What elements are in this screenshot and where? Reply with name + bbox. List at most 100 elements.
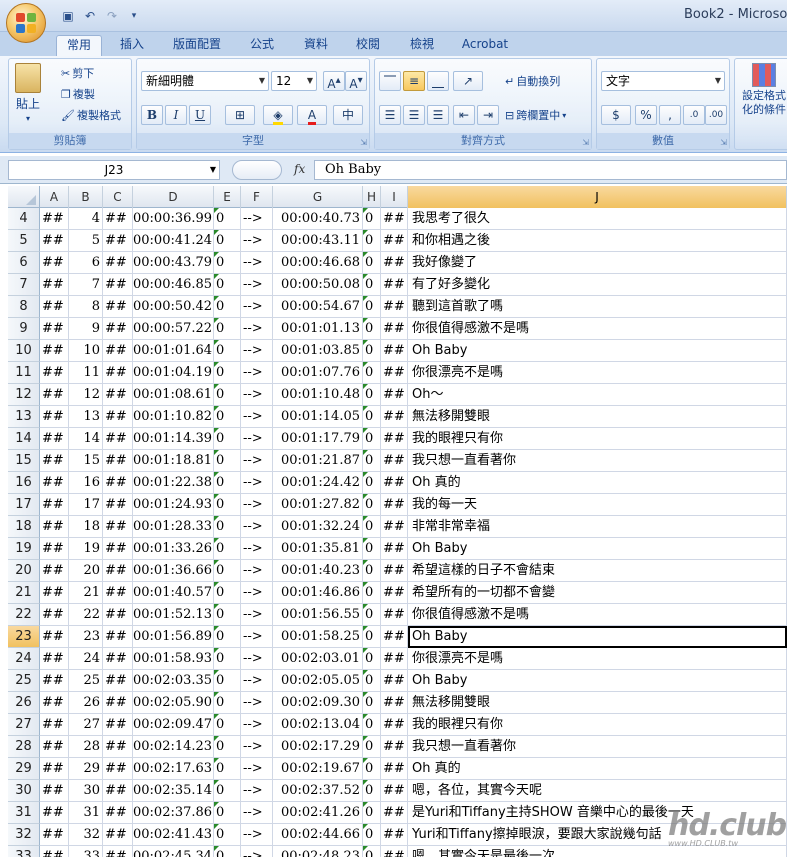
cell-d[interactable]: 00:01:56.89 xyxy=(133,626,214,648)
cell-j[interactable]: 希望這樣的日子不會結束 xyxy=(408,560,787,582)
cell-a[interactable]: ## xyxy=(40,582,69,604)
cell-e[interactable]: 0 xyxy=(214,604,241,626)
format-painter-button[interactable]: 🖌 複製格式 xyxy=(61,107,121,123)
cell-i[interactable]: ## xyxy=(381,296,408,318)
cell-e[interactable]: 0 xyxy=(214,758,241,780)
cell-f[interactable]: --> xyxy=(241,802,273,824)
cell-c[interactable]: ## xyxy=(103,384,133,406)
column-header-j[interactable]: J xyxy=(408,186,787,208)
cell-f[interactable]: --> xyxy=(241,362,273,384)
tab-page-layout[interactable]: 版面配置 xyxy=(166,35,228,56)
cell-c[interactable]: ## xyxy=(103,780,133,802)
cell-f[interactable]: --> xyxy=(241,208,273,230)
cell-h[interactable]: 0 xyxy=(363,582,381,604)
cell-c[interactable]: ## xyxy=(103,450,133,472)
row-header[interactable]: 25 xyxy=(8,670,40,692)
row-header[interactable]: 4 xyxy=(8,208,40,230)
cell-i[interactable]: ## xyxy=(381,494,408,516)
cell-a[interactable]: ## xyxy=(40,714,69,736)
row-header[interactable]: 13 xyxy=(8,406,40,428)
cell-g[interactable]: 00:01:27.82 xyxy=(273,494,363,516)
cell-f[interactable]: --> xyxy=(241,736,273,758)
cell-h[interactable]: 0 xyxy=(363,780,381,802)
cell-b[interactable]: 27 xyxy=(69,714,103,736)
tab-review[interactable]: 校閱 xyxy=(348,35,388,56)
dialog-launcher-icon[interactable]: ⇲ xyxy=(360,138,367,147)
underline-button[interactable]: U xyxy=(189,105,211,125)
cell-d[interactable]: 00:01:58.93 xyxy=(133,648,214,670)
row-header[interactable]: 9 xyxy=(8,318,40,340)
cell-h[interactable]: 0 xyxy=(363,318,381,340)
cell-e[interactable]: 0 xyxy=(214,274,241,296)
cell-g[interactable]: 00:01:03.85 xyxy=(273,340,363,362)
cell-i[interactable]: ## xyxy=(381,274,408,296)
row-header[interactable]: 20 xyxy=(8,560,40,582)
cell-c[interactable]: ## xyxy=(103,406,133,428)
cell-e[interactable]: 0 xyxy=(214,802,241,824)
cell-g[interactable]: 00:02:13.04 xyxy=(273,714,363,736)
row-header[interactable]: 33 xyxy=(8,846,40,857)
row-header[interactable]: 21 xyxy=(8,582,40,604)
tab-view[interactable]: 檢視 xyxy=(402,35,442,56)
wrap-text-button[interactable]: ↵ 自動換列 xyxy=(505,73,560,89)
row-header[interactable]: 15 xyxy=(8,450,40,472)
cell-j[interactable]: 嗯，各位，其實今天呢 xyxy=(408,780,787,802)
align-right-button[interactable]: ☰ xyxy=(427,105,449,125)
cell-e[interactable]: 0 xyxy=(214,208,241,230)
cell-i[interactable]: ## xyxy=(381,846,408,857)
cell-c[interactable]: ## xyxy=(103,274,133,296)
cell-a[interactable]: ## xyxy=(40,648,69,670)
cell-b[interactable]: 16 xyxy=(69,472,103,494)
cell-b[interactable]: 13 xyxy=(69,406,103,428)
formula-expand-button[interactable] xyxy=(232,160,282,180)
cell-c[interactable]: ## xyxy=(103,714,133,736)
cell-j[interactable]: 我只想一直看著你 xyxy=(408,736,787,758)
cell-h[interactable]: 0 xyxy=(363,560,381,582)
cell-h[interactable]: 0 xyxy=(363,274,381,296)
cell-f[interactable]: --> xyxy=(241,582,273,604)
italic-button[interactable]: I xyxy=(165,105,187,125)
cell-d[interactable]: 00:00:43.79 xyxy=(133,252,214,274)
increase-decimal-button[interactable]: .0 xyxy=(683,105,705,125)
cell-e[interactable]: 0 xyxy=(214,428,241,450)
cell-d[interactable]: 00:02:03.35 xyxy=(133,670,214,692)
cell-j[interactable]: 和你相遇之後 xyxy=(408,230,787,252)
cell-f[interactable]: --> xyxy=(241,780,273,802)
cell-a[interactable]: ## xyxy=(40,560,69,582)
cell-g[interactable]: 00:02:03.01 xyxy=(273,648,363,670)
column-header-c[interactable]: C xyxy=(103,186,133,208)
cell-c[interactable]: ## xyxy=(103,538,133,560)
cell-d[interactable]: 00:02:05.90 xyxy=(133,692,214,714)
cell-g[interactable]: 00:00:46.68 xyxy=(273,252,363,274)
cell-b[interactable]: 19 xyxy=(69,538,103,560)
cell-f[interactable]: --> xyxy=(241,604,273,626)
cell-i[interactable]: ## xyxy=(381,714,408,736)
cell-i[interactable]: ## xyxy=(381,604,408,626)
font-size-select[interactable]: 12 ▼ xyxy=(271,71,317,91)
cell-g[interactable]: 00:02:48.23 xyxy=(273,846,363,857)
cell-g[interactable]: 00:02:09.30 xyxy=(273,692,363,714)
cell-a[interactable]: ## xyxy=(40,780,69,802)
cell-d[interactable]: 00:01:14.39 xyxy=(133,428,214,450)
font-color-button[interactable]: A xyxy=(297,105,327,125)
cell-j[interactable]: 你很值得感激不是嗎 xyxy=(408,604,787,626)
name-box[interactable]: J23 ▼ xyxy=(8,160,220,180)
cell-f[interactable]: --> xyxy=(241,274,273,296)
cell-f[interactable]: --> xyxy=(241,450,273,472)
cell-i[interactable]: ## xyxy=(381,802,408,824)
cell-e[interactable]: 0 xyxy=(214,494,241,516)
cell-h[interactable]: 0 xyxy=(363,692,381,714)
cell-i[interactable]: ## xyxy=(381,384,408,406)
cell-h[interactable]: 0 xyxy=(363,824,381,846)
cell-c[interactable]: ## xyxy=(103,582,133,604)
cell-b[interactable]: 22 xyxy=(69,604,103,626)
cell-j[interactable]: 我的每一天 xyxy=(408,494,787,516)
formula-input[interactable]: Oh Baby xyxy=(314,160,787,180)
row-header[interactable]: 31 xyxy=(8,802,40,824)
cell-h[interactable]: 0 xyxy=(363,362,381,384)
cell-b[interactable]: 5 xyxy=(69,230,103,252)
row-header[interactable]: 16 xyxy=(8,472,40,494)
cell-e[interactable]: 0 xyxy=(214,472,241,494)
cell-g[interactable]: 00:02:37.52 xyxy=(273,780,363,802)
cell-f[interactable]: --> xyxy=(241,472,273,494)
